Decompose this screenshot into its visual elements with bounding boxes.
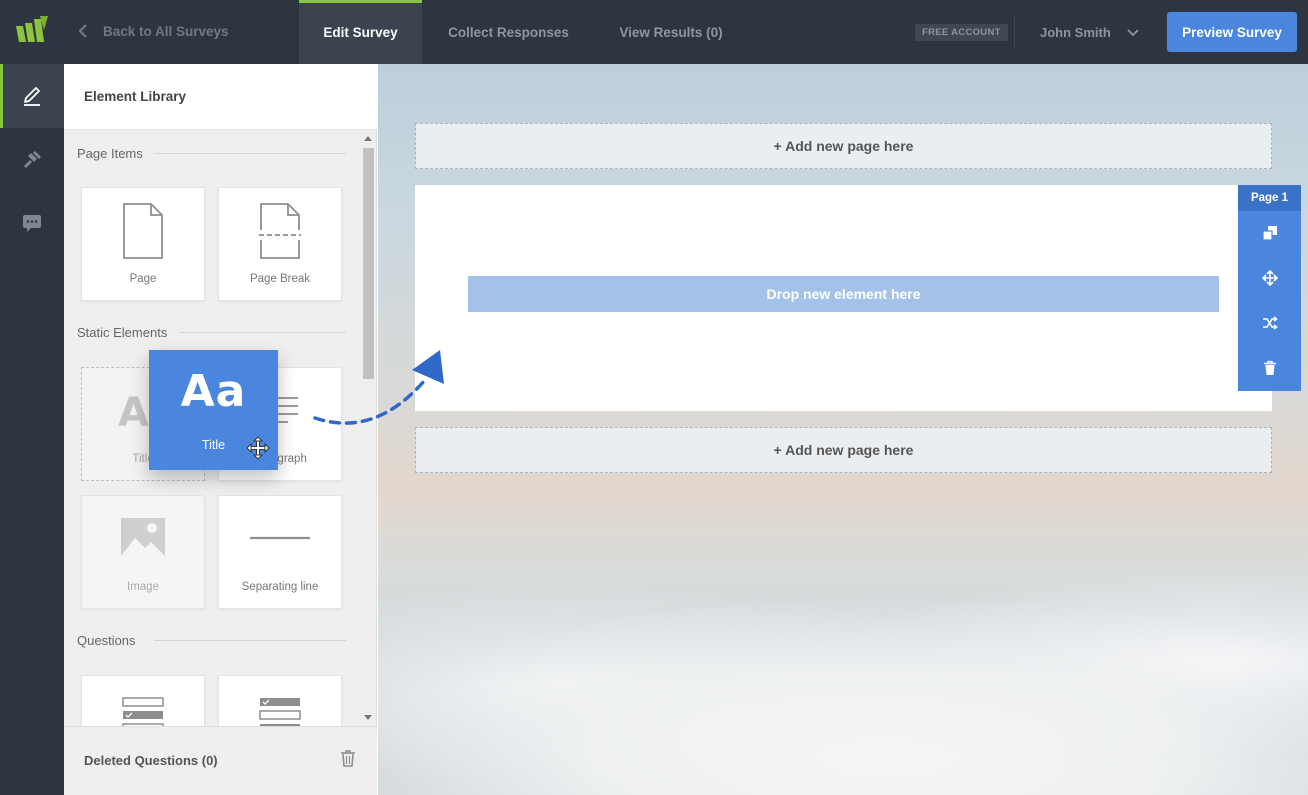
section-label-static-elements: Static Elements: [77, 325, 180, 340]
drag-arrow-icon: [313, 350, 444, 425]
account-badge: FREE ACCOUNT: [915, 24, 1008, 41]
scroll-up-arrow-icon[interactable]: [364, 136, 372, 141]
questions-list: [64, 664, 361, 726]
chevron-left-icon: [78, 24, 87, 38]
section-label-page-items: Page Items: [77, 146, 155, 161]
add-new-page-bottom[interactable]: + Add new page here: [415, 427, 1272, 473]
tab-label: Edit Survey: [323, 24, 398, 40]
library-item-image[interactable]: Image: [81, 495, 205, 609]
scroll-down-arrow-icon[interactable]: [364, 715, 372, 720]
top-bar: Back to All Surveys Edit Survey Collect …: [0, 0, 1308, 64]
user-name: John Smith: [1040, 24, 1111, 40]
delete-page-button[interactable]: [1257, 355, 1283, 381]
deleted-questions-bar[interactable]: Deleted Questions (0): [64, 726, 377, 795]
section-divider: [154, 153, 346, 154]
tab-edit-survey[interactable]: Edit Survey: [299, 0, 422, 64]
image-icon: [121, 518, 165, 556]
section-divider: [154, 640, 346, 641]
move-icon: [1262, 270, 1278, 286]
library-header: Element Library: [64, 64, 377, 130]
move-page-button[interactable]: [1257, 265, 1283, 291]
section-divider: [180, 332, 346, 333]
page-break-icon: [259, 203, 301, 259]
survey-page: Drop new element here: [415, 185, 1272, 411]
logo-icon[interactable]: [12, 12, 52, 52]
tab-label: View Results (0): [619, 24, 723, 40]
rail-item-edit[interactable]: [0, 64, 64, 128]
add-new-page-top[interactable]: + Add new page here: [415, 123, 1272, 169]
survey-canvas: + Add new page here Drop new element her…: [378, 64, 1308, 795]
page-label: Page 1: [1238, 185, 1301, 211]
item-label: Image: [127, 581, 159, 593]
copy-page-button[interactable]: [1257, 220, 1283, 246]
section-label-questions: Questions: [77, 633, 148, 648]
library-item-separating-line[interactable]: Separating line: [218, 495, 342, 609]
item-label: Page Break: [249, 273, 311, 285]
rail-item-tools[interactable]: [0, 128, 64, 192]
item-label: Separating line: [241, 581, 319, 593]
back-label: Back to All Surveys: [103, 23, 229, 39]
chevron-down-icon: [1127, 29, 1139, 37]
left-rail: [0, 64, 64, 795]
comment-icon: [23, 215, 41, 232]
hammer-icon: [24, 151, 41, 168]
tab-label: Collect Responses: [448, 24, 569, 40]
tab-view-results[interactable]: View Results (0): [598, 0, 744, 64]
title-icon: Aa: [180, 366, 247, 417]
page-icon: [123, 203, 163, 259]
rail-item-comments[interactable]: [0, 192, 64, 256]
multiple-choice-icon: [259, 698, 301, 726]
trash-icon[interactable]: [340, 749, 356, 767]
separator-icon: [250, 536, 310, 540]
page-toolbar: Page 1: [1238, 185, 1301, 391]
trash-icon: [1264, 360, 1276, 375]
drop-zone[interactable]: Drop new element here: [468, 276, 1219, 312]
deleted-questions-label: Deleted Questions (0): [84, 753, 218, 768]
copy-icon: [1262, 226, 1277, 241]
move-cursor-icon: [246, 436, 270, 460]
pencil-icon: [24, 87, 40, 106]
page-logic-button[interactable]: [1257, 310, 1283, 336]
library-item-single-choice[interactable]: [81, 675, 205, 726]
title-icon: A: [118, 390, 149, 436]
single-choice-icon: [122, 697, 164, 726]
tab-collect-responses[interactable]: Collect Responses: [427, 0, 590, 64]
preview-survey-button[interactable]: Preview Survey: [1167, 12, 1297, 52]
item-label: Page: [129, 273, 157, 285]
back-to-surveys-link[interactable]: Back to All Surveys: [76, 20, 229, 42]
library-item-page-break[interactable]: Page Break: [218, 187, 342, 301]
header-divider: [1014, 14, 1015, 50]
library-item-multiple-choice[interactable]: [218, 675, 342, 726]
user-menu[interactable]: John Smith: [1040, 22, 1139, 42]
library-item-page[interactable]: Page: [81, 187, 205, 301]
shuffle-icon: [1263, 316, 1278, 330]
library-title: Element Library: [84, 89, 187, 104]
